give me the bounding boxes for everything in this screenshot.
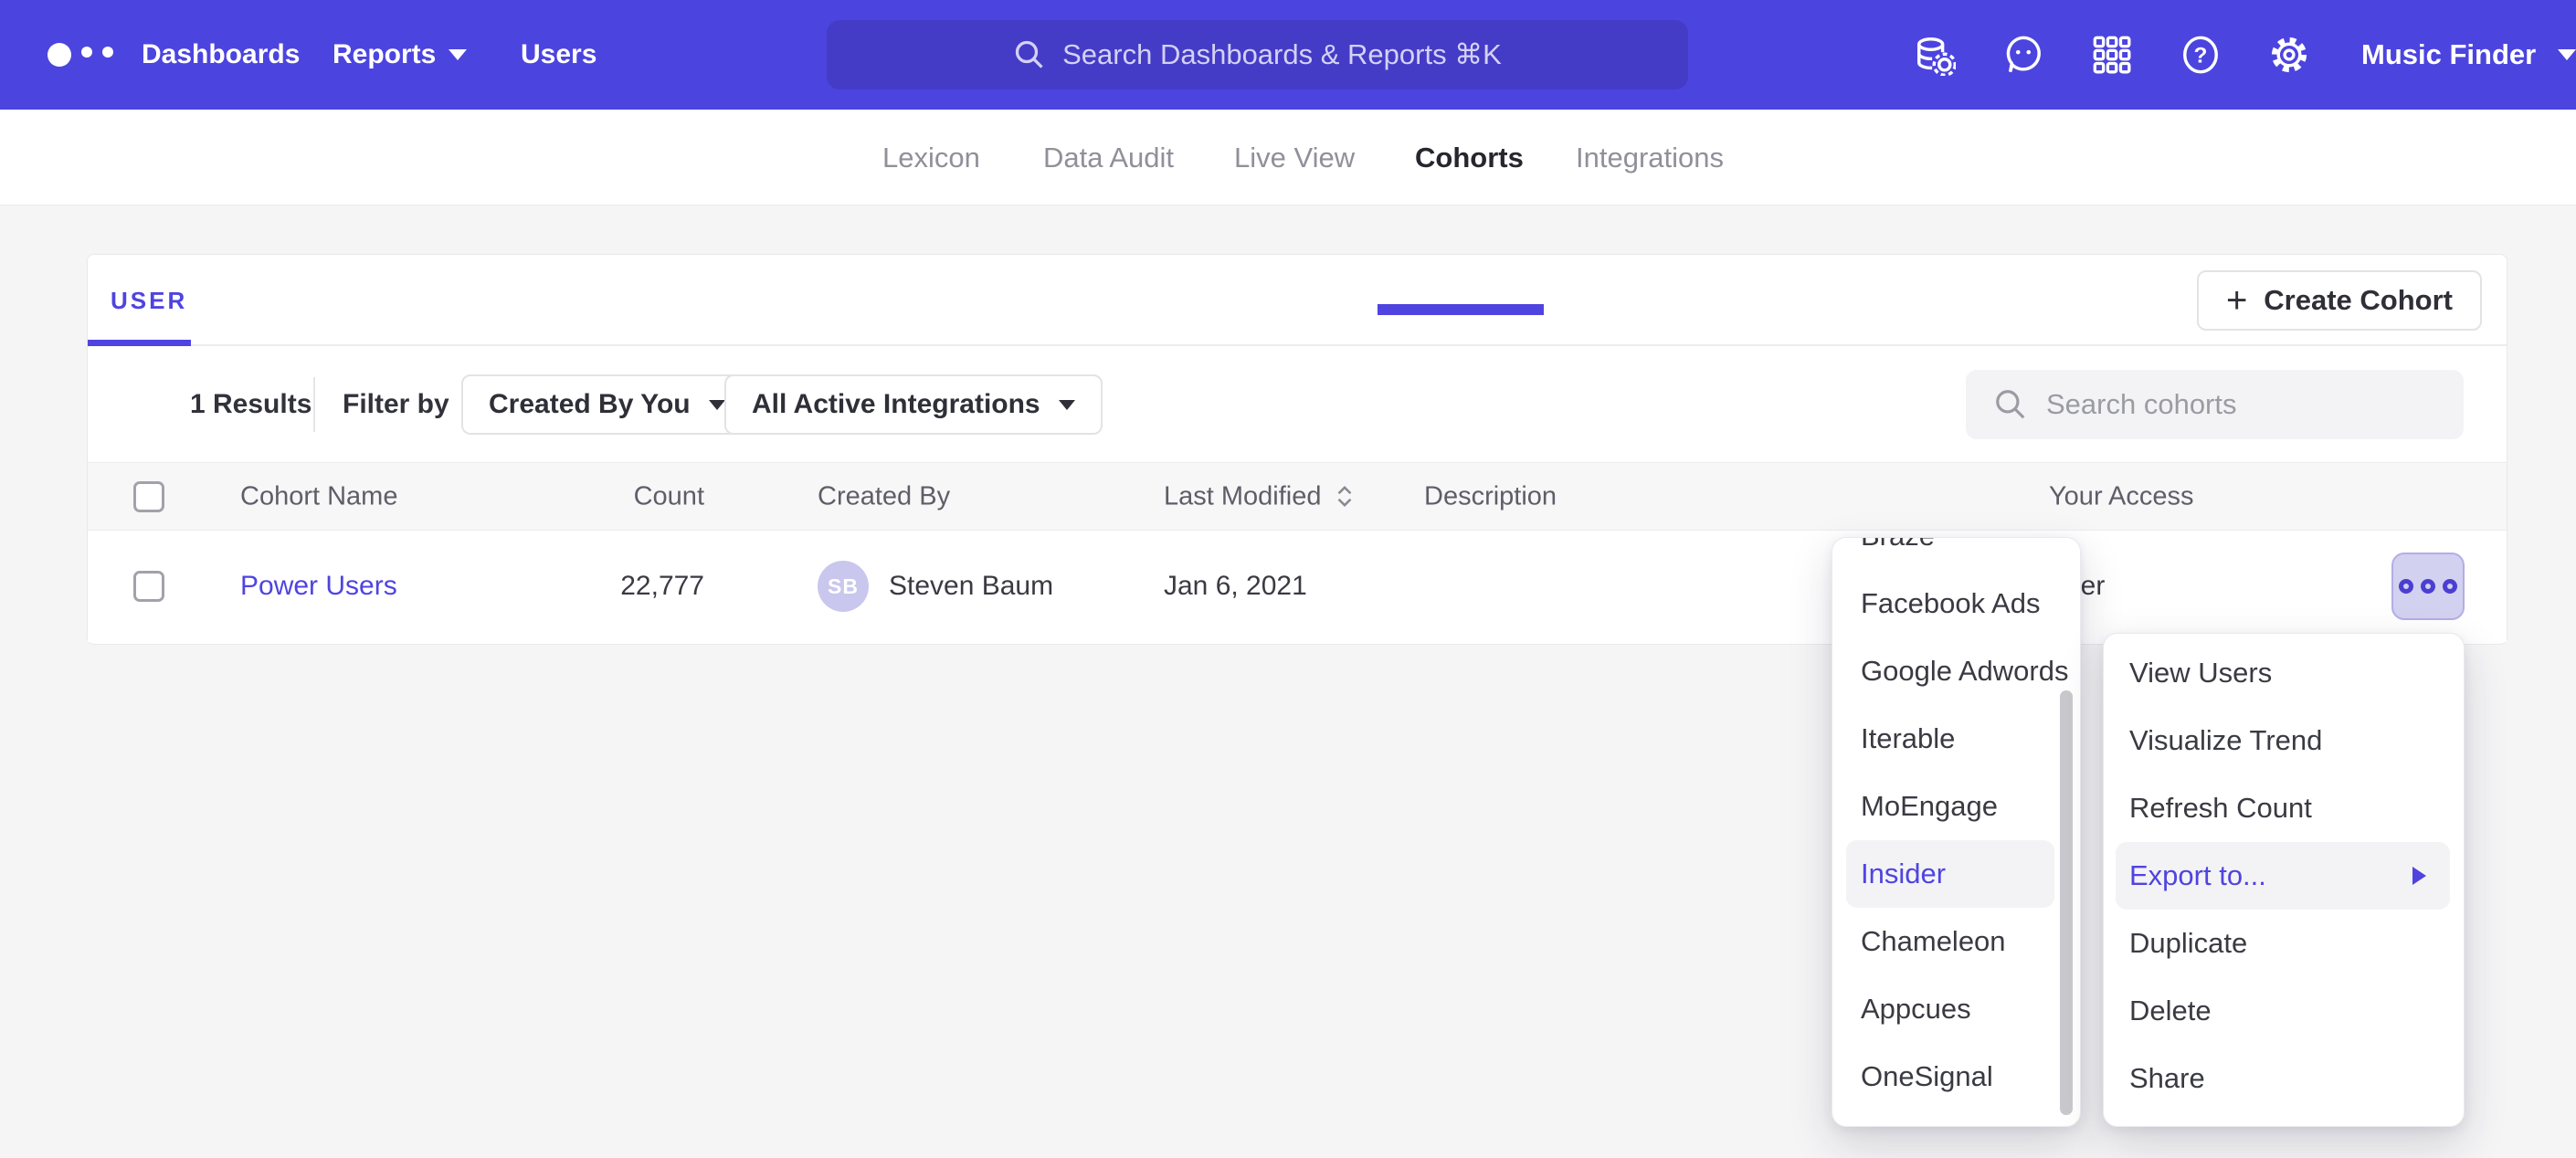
dots-icon — [2399, 579, 2413, 594]
project-switcher[interactable]: Music Finder — [2361, 0, 2576, 110]
submenu-scrollbar[interactable] — [2060, 690, 2073, 1115]
tab-cohorts[interactable]: Cohorts — [1415, 110, 1524, 205]
chevron-down-icon — [709, 400, 725, 410]
navbar-icon-group: ? — [1914, 0, 2310, 110]
data-management-icon[interactable] — [1914, 34, 1956, 76]
global-search-input[interactable]: Search Dashboards & Reports ⌘K — [827, 20, 1688, 89]
menu-item-share[interactable]: Share — [2104, 1045, 2464, 1112]
cohort-name-link[interactable]: Power Users — [240, 571, 397, 601]
project-name: Music Finder — [2361, 38, 2536, 71]
cohort-type-tabs-row: USER + Create Cohort — [88, 255, 2507, 346]
cohorts-card: USER + Create Cohort 1 Results Filter by… — [87, 254, 2507, 645]
svg-text:?: ? — [2194, 44, 2208, 68]
chevron-down-icon — [449, 49, 467, 60]
user-tab-underline — [88, 340, 191, 346]
tab-user-cohorts[interactable]: USER — [111, 255, 187, 346]
menu-item-appcues[interactable]: Appcues — [1832, 975, 2080, 1043]
created-by-name: Steven Baum — [889, 571, 1053, 602]
active-tab-underline — [1378, 304, 1544, 315]
menu-item-visualize-trend[interactable]: Visualize Trend — [2104, 707, 2464, 774]
chevron-down-icon — [1059, 400, 1075, 410]
filter-toolbar: 1 Results Filter by Created By You All A… — [88, 346, 2507, 462]
submenu-arrow-icon — [2412, 867, 2426, 885]
cohort-search-input[interactable]: Search cohorts — [1966, 370, 2464, 439]
column-header-count[interactable]: Count — [480, 481, 704, 511]
last-modified-cell: Jan 6, 2021 — [1164, 571, 1307, 602]
column-header-last-modified[interactable]: Last Modified — [1164, 481, 1355, 511]
created-by-cell: SB Steven Baum — [818, 561, 1053, 612]
settings-gear-icon[interactable] — [2268, 34, 2310, 76]
table-row[interactable]: Power Users 22,777 SB Steven Baum Jan 6,… — [88, 531, 2507, 642]
menu-item-google-adwords[interactable]: Google Adwords — [1832, 637, 2080, 705]
search-icon — [1993, 387, 2028, 422]
results-count: 1 Results — [190, 389, 311, 420]
menu-item-facebook-ads[interactable]: Facebook Ads — [1832, 570, 2080, 637]
mixpanel-logo-icon[interactable] — [48, 43, 130, 67]
tab-integrations[interactable]: Integrations — [1576, 110, 1724, 205]
sort-icon[interactable] — [1335, 484, 1355, 510]
menu-item-braze[interactable]: Braze — [1832, 537, 2080, 570]
menu-item-iterable[interactable]: Iterable — [1832, 705, 2080, 773]
export-destinations-submenu: Braze Facebook Ads Google Adwords Iterab… — [1832, 537, 2081, 1127]
plus-icon: + — [2226, 282, 2247, 319]
cohorts-page: Dashboards Reports Users Search Dashboar… — [0, 0, 2576, 1158]
column-header-cohort-name[interactable]: Cohort Name — [240, 481, 397, 511]
nav-link-users[interactable]: Users — [521, 0, 596, 110]
cohort-count: 22,777 — [480, 571, 704, 602]
menu-item-insider[interactable]: Insider — [1846, 840, 2054, 908]
menu-item-onesignal[interactable]: OneSignal — [1832, 1043, 2080, 1111]
menu-item-refresh-count[interactable]: Refresh Count — [2104, 774, 2464, 842]
row-actions-button[interactable] — [2391, 553, 2465, 620]
nav-link-reports[interactable]: Reports — [333, 0, 467, 110]
column-header-your-access[interactable]: Your Access — [2049, 481, 2194, 511]
top-navbar: Dashboards Reports Users Search Dashboar… — [0, 0, 2576, 110]
menu-item-view-users[interactable]: View Users — [2104, 639, 2464, 707]
column-header-description[interactable]: Description — [1424, 481, 1557, 511]
create-cohort-button[interactable]: + Create Cohort — [2197, 270, 2482, 331]
menu-item-chameleon[interactable]: Chameleon — [1832, 908, 2080, 975]
chevron-down-icon — [2558, 49, 2576, 60]
divider — [313, 377, 315, 432]
tab-lexicon[interactable]: Lexicon — [882, 110, 980, 205]
help-icon[interactable]: ? — [2180, 34, 2222, 76]
row-checkbox[interactable] — [133, 571, 164, 602]
table-header-row: Cohort Name Count Created By Last Modifi… — [88, 462, 2507, 531]
filter-by-label: Filter by — [343, 389, 449, 420]
global-search-placeholder: Search Dashboards & Reports ⌘K — [1062, 38, 1502, 71]
created-by-filter-dropdown[interactable]: Created By You — [461, 374, 753, 435]
avatar: SB — [818, 561, 869, 612]
menu-item-export-to[interactable]: Export to... — [2116, 842, 2450, 910]
integrations-filter-dropdown[interactable]: All Active Integrations — [724, 374, 1103, 435]
nav-link-dashboards[interactable]: Dashboards — [142, 0, 300, 110]
column-header-created-by[interactable]: Created By — [818, 481, 950, 511]
tab-data-audit[interactable]: Data Audit — [1043, 110, 1174, 205]
select-all-checkbox[interactable] — [133, 481, 164, 512]
cohort-search-placeholder: Search cohorts — [2046, 388, 2237, 421]
tab-live-view[interactable]: Live View — [1234, 110, 1355, 205]
row-context-menu: View Users Visualize Trend Refresh Count… — [2103, 633, 2465, 1127]
menu-item-moengage[interactable]: MoEngage — [1832, 773, 2080, 840]
menu-item-delete[interactable]: Delete — [2104, 977, 2464, 1045]
apps-grid-icon[interactable] — [2091, 34, 2133, 76]
secondary-nav: Lexicon Data Audit Live View Cohorts Int… — [0, 110, 2576, 205]
feedback-icon[interactable] — [2002, 34, 2044, 76]
search-icon — [1013, 38, 1046, 71]
menu-item-duplicate[interactable]: Duplicate — [2104, 910, 2464, 977]
